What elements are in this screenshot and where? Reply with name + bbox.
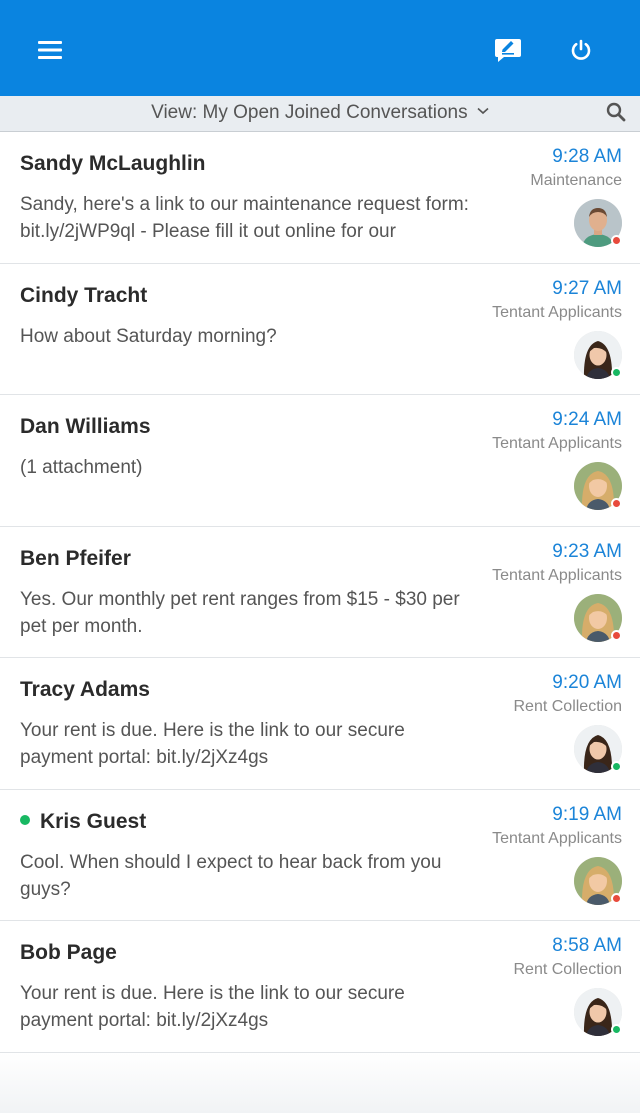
- conversation-item[interactable]: Tracy Adams Your rent is due. Here is th…: [0, 658, 640, 790]
- conversation-item[interactable]: Dan Williams (1 attachment) 9:24 AM Tent…: [0, 395, 640, 527]
- view-filter-bar: View: My Open Joined Conversations: [0, 96, 640, 132]
- conversation-group: Tentant Applicants: [492, 566, 622, 584]
- message-time: 8:58 AM: [552, 935, 622, 956]
- power-button[interactable]: [559, 30, 603, 70]
- hamburger-menu-icon: [38, 41, 62, 59]
- presence-status-dot: [611, 892, 622, 904]
- conversation-list: Sandy McLaughlin Sandy, here's a link to…: [0, 132, 640, 1053]
- presence-status-dot: [611, 498, 622, 509]
- message-preview: Your rent is due. Here is the link to ou…: [20, 983, 405, 1031]
- message-time: 9:19 AM: [552, 803, 622, 825]
- message-preview: How about Saturday morning?: [20, 325, 277, 347]
- message-preview: Yes. Our monthly pet rent ranges from $1…: [20, 588, 460, 637]
- avatar: [574, 856, 622, 905]
- message-preview: Cool. When should I expect to hear back …: [20, 851, 442, 900]
- conversation-group: Maintenance: [530, 172, 622, 189]
- message-preview: Your rent is due. Here is the link to ou…: [20, 720, 405, 768]
- presence-status-dot: [611, 761, 622, 772]
- contact-name: Ben Pfeifer: [20, 546, 131, 570]
- avatar: [574, 593, 622, 642]
- list-bottom-fade: [0, 1053, 640, 1113]
- message-preview: Sandy, here's a link to our maintenance …: [20, 194, 469, 242]
- message-time: 9:27 AM: [552, 277, 622, 299]
- conversation-group: Rent Collection: [513, 698, 623, 715]
- conversation-item[interactable]: Cindy Tracht How about Saturday morning?…: [0, 263, 640, 395]
- search-button[interactable]: [606, 102, 630, 126]
- chevron-down-icon: [477, 107, 489, 115]
- conversation-group: Rent Collection: [513, 961, 623, 978]
- avatar: [574, 330, 622, 379]
- conversation-item[interactable]: Ben Pfeifer Yes. Our monthly pet rent ra…: [0, 526, 640, 658]
- contact-name: Kris Guest: [20, 810, 146, 834]
- conversation-item[interactable]: Sandy McLaughlin Sandy, here's a link to…: [0, 132, 640, 264]
- compose-button[interactable]: [486, 30, 530, 70]
- presence-status-dot: [611, 235, 622, 246]
- menu-button[interactable]: [28, 30, 72, 70]
- compose-message-icon: [495, 39, 521, 62]
- view-selector-label: View: My Open Joined Conversations: [151, 102, 468, 123]
- message-time: 9:23 AM: [552, 540, 622, 562]
- message-time: 9:24 AM: [552, 409, 622, 430]
- view-selector[interactable]: View: My Open Joined Conversations: [0, 96, 640, 131]
- presence-status-dot: [611, 629, 622, 641]
- conversation-group: Tentant Applicants: [492, 829, 622, 847]
- contact-name: Tracy Adams: [20, 678, 150, 701]
- presence-status-dot: [611, 366, 622, 378]
- power-icon: [571, 39, 591, 60]
- message-preview: (1 attachment): [20, 457, 143, 478]
- avatar: [574, 199, 622, 247]
- contact-name: Dan Williams: [20, 415, 151, 438]
- contact-name: Sandy McLaughlin: [20, 152, 206, 175]
- contact-name: Bob Page: [20, 941, 117, 964]
- presence-status-dot: [611, 1024, 622, 1035]
- contact-name: Cindy Tracht: [20, 283, 148, 307]
- avatar: [574, 988, 622, 1036]
- avatar: [574, 725, 622, 773]
- app-header: [0, 0, 640, 96]
- message-time: 9:20 AM: [552, 672, 622, 693]
- conversation-group: Tentant Applicants: [492, 435, 622, 452]
- message-time: 9:28 AM: [552, 146, 622, 167]
- search-icon: [606, 102, 626, 122]
- conversation-item[interactable]: Bob Page Your rent is due. Here is the l…: [0, 921, 640, 1053]
- conversation-item[interactable]: Kris Guest Cool. When should I expect to…: [0, 789, 640, 921]
- conversation-group: Tentant Applicants: [492, 303, 622, 321]
- avatar: [574, 462, 622, 510]
- online-indicator-dot: [20, 814, 30, 825]
